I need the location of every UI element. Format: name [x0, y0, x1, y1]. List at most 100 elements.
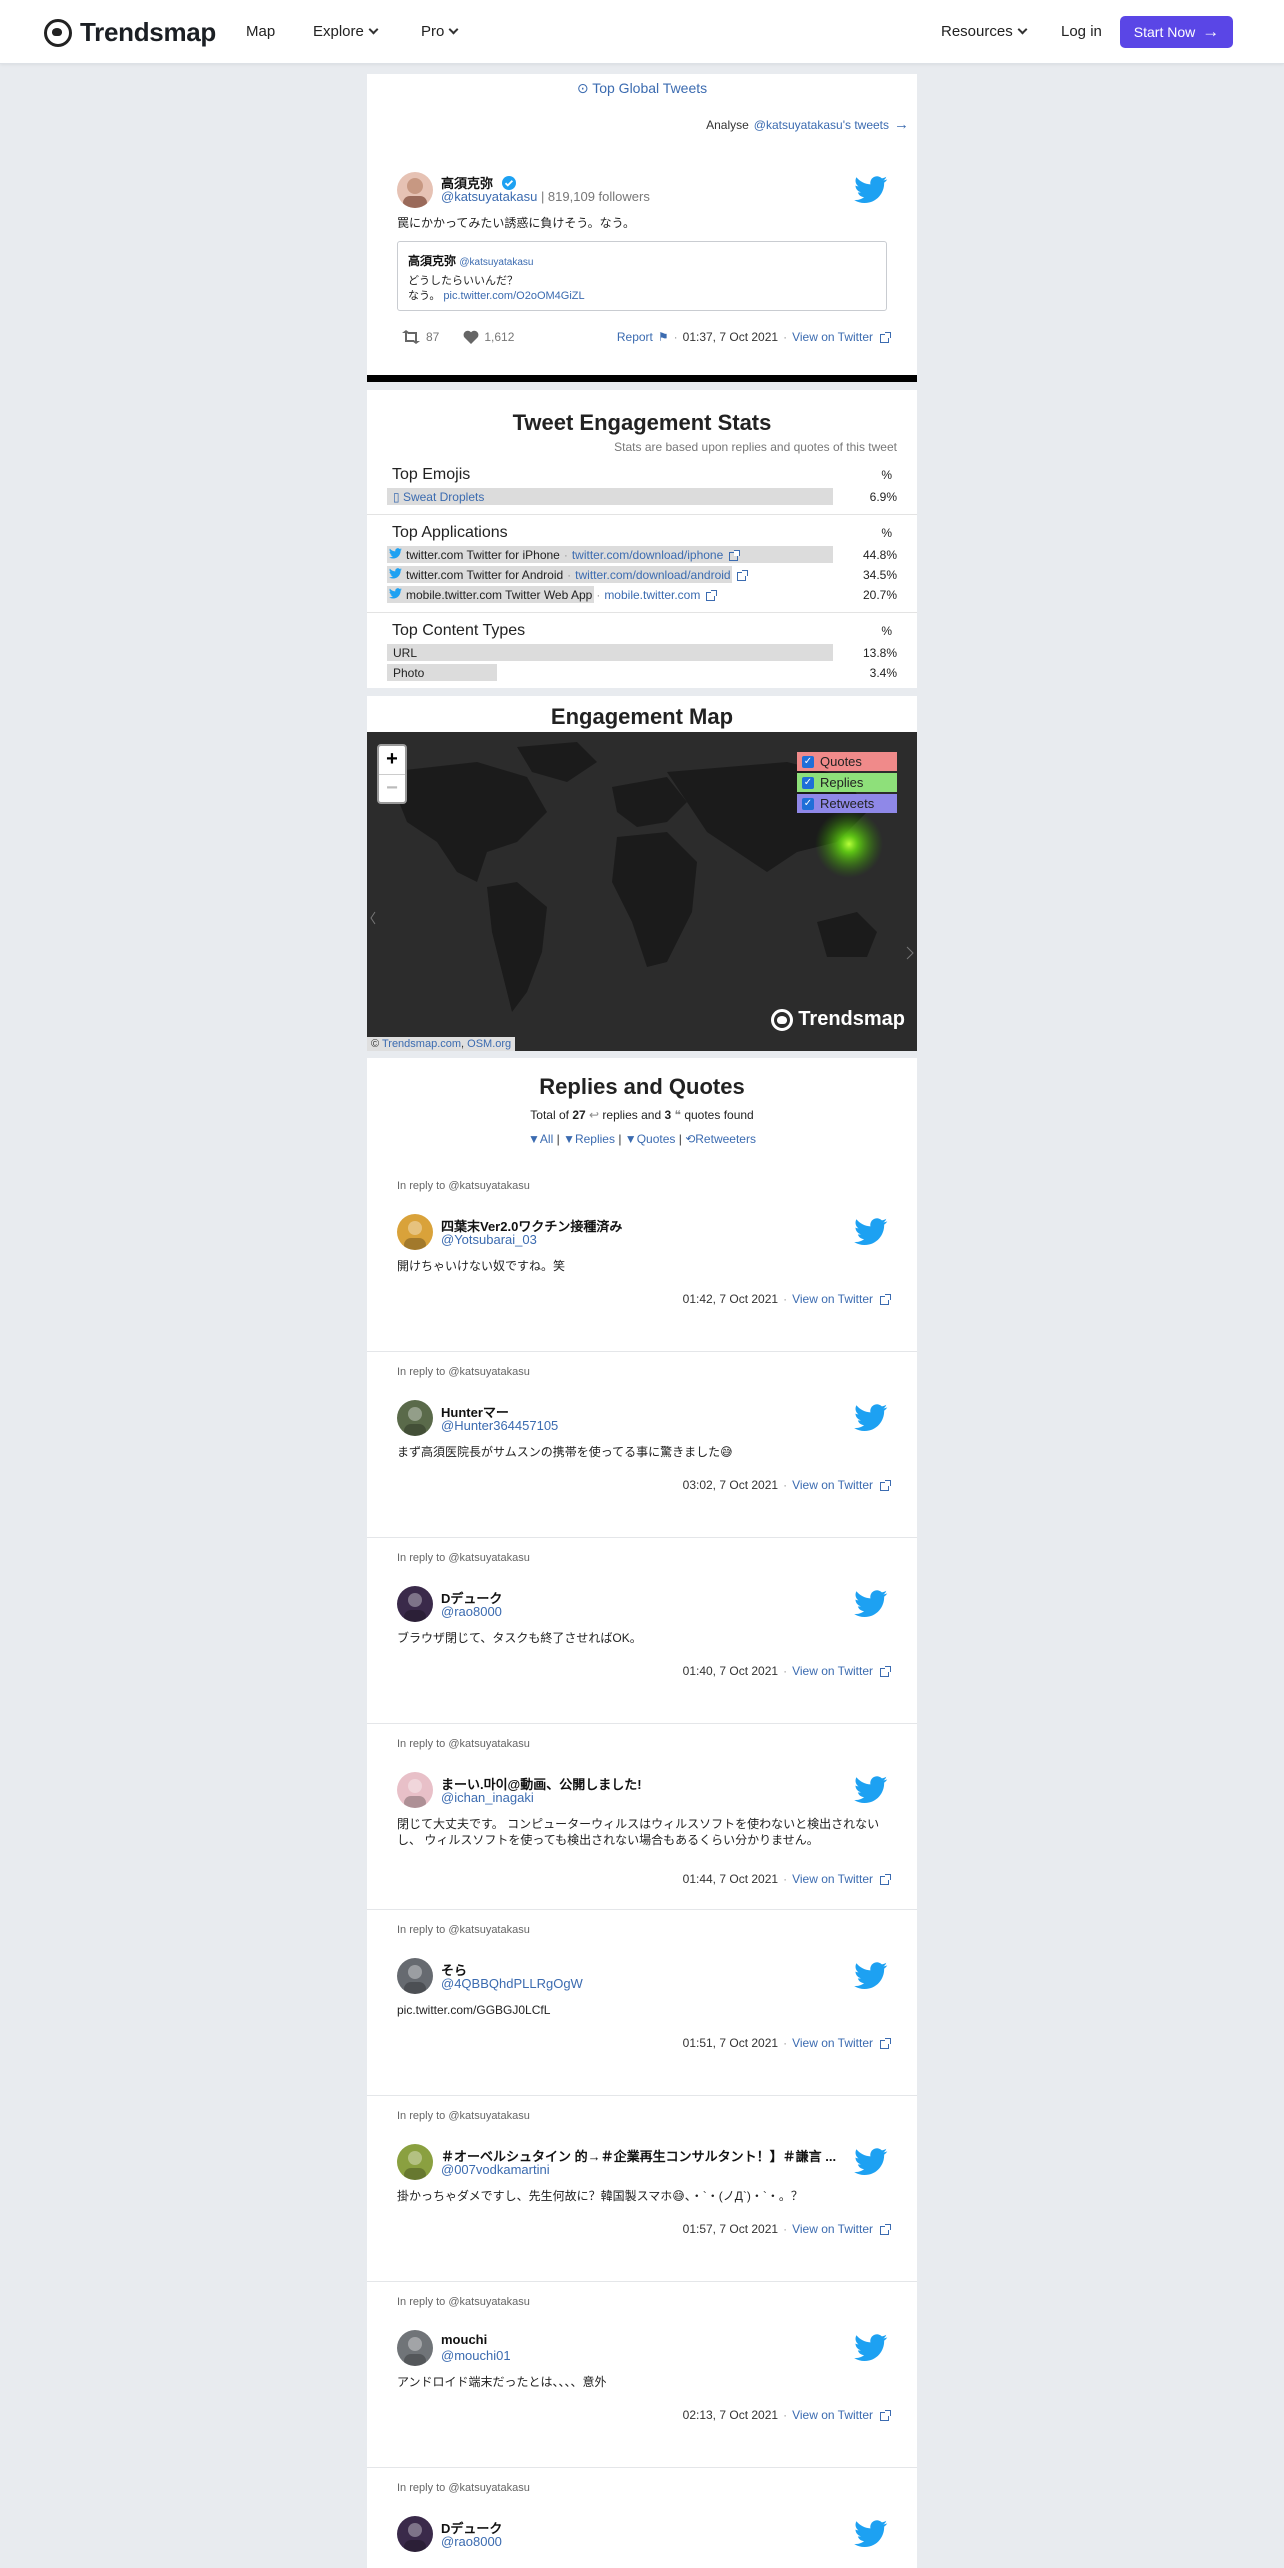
separator-dot: ·	[596, 588, 601, 602]
twitter-bird-icon[interactable]	[854, 1590, 888, 1618]
analyse-tweets-link[interactable]: @katsuyatakasu's tweets	[754, 118, 889, 132]
map-watermark-text: Trendsmap	[798, 1008, 905, 1030]
zoom-in-button[interactable]: +	[379, 746, 405, 774]
top-nav: Trendsmap Map Explore Pro Resources Log …	[0, 0, 1284, 64]
view-on-twitter-link[interactable]: View on Twitter	[792, 2036, 873, 2050]
twitter-bird-icon[interactable]	[854, 1776, 888, 1804]
nav-resources[interactable]: Resources	[941, 23, 1028, 40]
view-on-twitter-link[interactable]: View on Twitter	[792, 1664, 873, 1678]
tweet-author-handle[interactable]: @katsuyatakasu | 819,109 followers	[441, 189, 650, 204]
application-link[interactable]: mobile.twitter.com	[604, 588, 700, 602]
reply-meta: 01:51, 7 Oct 2021 · View on Twitter	[683, 2036, 891, 2050]
separator-dot: ·	[783, 1292, 788, 1306]
application-link[interactable]: twitter.com/download/iphone	[572, 548, 723, 562]
content-type-value: 3.4%	[869, 666, 897, 680]
sweat-droplets-icon: ▯	[393, 490, 400, 504]
content-type-row[interactable]: Photo 3.4%	[387, 664, 897, 681]
filter-all[interactable]: ▼All	[528, 1132, 553, 1146]
application-link[interactable]: twitter.com/download/android	[575, 568, 730, 582]
content-type-row[interactable]: URL 13.8%	[387, 644, 897, 661]
nav-pro[interactable]: Pro	[421, 23, 459, 40]
separator-dot: ·	[783, 1478, 788, 1492]
avatar[interactable]	[397, 1586, 433, 1622]
reply-author-handle[interactable]: @rao8000	[441, 2534, 502, 2549]
avatar[interactable]	[397, 1958, 433, 1994]
avatar[interactable]	[397, 2330, 433, 2366]
avatar[interactable]	[397, 2516, 433, 2552]
reply-meta: 03:02, 7 Oct 2021 · View on Twitter	[683, 1478, 891, 1492]
legend-replies-label: Replies	[820, 775, 864, 790]
external-link-icon	[880, 1873, 891, 1885]
nav-explore-label: Explore	[313, 23, 364, 40]
quoted-pic-link[interactable]: pic.twitter.com/O2oOM4GiZL	[443, 290, 584, 302]
avatar[interactable]	[397, 1214, 433, 1250]
attribution-osm-link[interactable]: OSM.org	[467, 1038, 511, 1050]
reply-author-handle[interactable]: @007vodkamartini	[441, 2162, 550, 2177]
twitter-bird-icon[interactable]	[854, 1962, 888, 1990]
reply-author-name[interactable]: mouchi	[441, 2332, 487, 2347]
reply-author-handle[interactable]: @4QBBQhdPLLRgOgW	[441, 1976, 583, 1991]
attribution-trendsmap-link[interactable]: Trendsmap.com	[382, 1038, 461, 1050]
view-on-twitter-link[interactable]: View on Twitter	[792, 1478, 873, 1492]
avatar-image	[404, 2337, 426, 2366]
view-on-twitter-link[interactable]: View on Twitter	[792, 2408, 873, 2422]
twitter-bird-icon[interactable]	[854, 2148, 888, 2176]
reply-author-handle[interactable]: @rao8000	[441, 1604, 502, 1619]
reply-author-handle[interactable]: @Yotsubarai_03	[441, 1232, 537, 1247]
reply-card: In reply to @katsuyatakasu mouchi @mouchi0…	[367, 2282, 917, 2468]
view-on-twitter-link[interactable]: View on Twitter	[792, 330, 873, 344]
attribution-prefix: ©	[371, 1038, 380, 1050]
nav-explore[interactable]: Explore	[313, 23, 379, 40]
chevron-down-icon	[1017, 24, 1028, 35]
view-on-twitter-link[interactable]: View on Twitter	[792, 2222, 873, 2236]
legend-retweets[interactable]: ✓ Retweets	[797, 794, 897, 813]
avatar[interactable]	[397, 1772, 433, 1808]
external-link-icon	[880, 331, 891, 343]
avatar[interactable]	[397, 2144, 433, 2180]
separator-dot: ·	[783, 2222, 788, 2236]
tweet-time: 01:37, 7 Oct 2021	[682, 330, 779, 344]
start-now-button[interactable]: Start Now →	[1120, 16, 1233, 48]
application-row[interactable]: twitter.com Twitter for Android · twitter.…	[387, 566, 897, 583]
view-on-twitter-link[interactable]: View on Twitter	[792, 1292, 873, 1306]
external-link-icon	[880, 2409, 891, 2421]
avatar[interactable]	[397, 1400, 433, 1436]
emoji-row[interactable]: ▯ Sweat Droplets 6.9%	[387, 488, 897, 505]
twitter-bird-icon[interactable]	[854, 1218, 888, 1246]
quoted-tweet[interactable]: 高須克弥 @katsuyatakasu どうしたらいいんだ？ なう。 pic.t…	[397, 241, 887, 311]
reply-card: In reply to @katsuyatakasu Hunterマー @Hunte…	[367, 1352, 917, 1538]
avatar[interactable]	[397, 172, 433, 208]
twitter-bird-icon[interactable]	[854, 176, 888, 204]
zoom-out-button[interactable]: −	[379, 774, 405, 802]
reply-time: 01:42, 7 Oct 2021	[682, 1292, 779, 1306]
legend-quotes[interactable]: ✓ Quotes	[797, 752, 897, 771]
reply-meta: 01:42, 7 Oct 2021 · View on Twitter	[682, 1292, 891, 1306]
application-value: 34.5%	[862, 568, 897, 582]
reply-author-handle[interactable]: @mouchi01	[441, 2348, 511, 2363]
reply-pic-link[interactable]: pic.twitter.com/GGBGJ0LCfL	[397, 2002, 550, 2018]
main-tweet-card: ⊙ Top Global Tweets Analyse @katsuyataka…	[367, 74, 917, 382]
filter-retweeters[interactable]: ⟲Retweeters	[685, 1132, 756, 1146]
engagement-map[interactable]: + − ✓ Quotes ✓ Replies ✓ Retweets Trendsmap…	[367, 732, 917, 1051]
twitter-bird-icon[interactable]	[854, 2520, 888, 2548]
nav-map[interactable]: Map	[246, 23, 275, 40]
legend-replies[interactable]: ✓ Replies	[797, 773, 897, 792]
twitter-bird-icon[interactable]	[854, 2334, 888, 2362]
twitter-bird-icon[interactable]	[854, 1404, 888, 1432]
avatar-image	[403, 178, 427, 208]
filter-quotes[interactable]: ▼Quotes	[625, 1132, 676, 1146]
brand-logo[interactable]: Trendsmap	[44, 17, 216, 48]
reply-author-handle[interactable]: @ichan_inagaki	[441, 1790, 534, 1805]
nav-login[interactable]: Log in	[1061, 23, 1102, 40]
application-name: twitter.com Twitter for iPhone	[406, 548, 560, 562]
filter-replies[interactable]: ▼Replies	[563, 1132, 615, 1146]
reply-author-handle[interactable]: @Hunter364457105	[441, 1418, 558, 1433]
application-row[interactable]: twitter.com Twitter for iPhone · twitter.c…	[387, 546, 897, 563]
tweet-engagement: 87 1,612	[401, 330, 514, 344]
report-link[interactable]: Report	[617, 330, 653, 344]
avatar-image	[404, 1221, 426, 1250]
view-on-twitter-link[interactable]: View on Twitter	[792, 1872, 873, 1886]
reply-text: 閉じて大丈夫です。 コンピューターウィルスはウィルスソフトを使わないと検出されな…	[397, 1817, 880, 1847]
top-global-tweets-link[interactable]: ⊙ Top Global Tweets	[367, 80, 917, 97]
application-row[interactable]: mobile.twitter.com Twitter Web App · mobil…	[387, 586, 897, 603]
